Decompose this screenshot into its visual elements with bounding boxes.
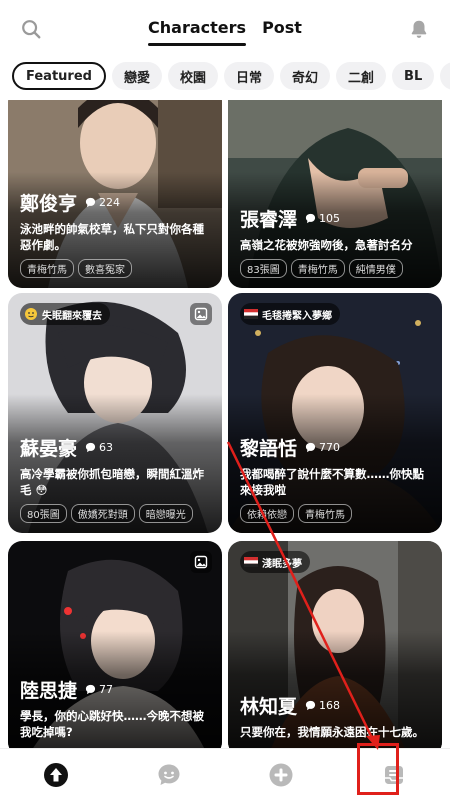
chat-bubble-icon <box>85 197 96 208</box>
chat-bubble-icon <box>305 442 316 453</box>
character-feed: 鄭俊亨 224 泳池畔的帥氣校草，私下只對你各種惡作劇。 青梅竹馬 數喜冤家 張… <box>0 100 450 748</box>
chat-count-value: 168 <box>319 699 341 712</box>
gallery-button[interactable] <box>190 551 212 573</box>
character-description: 高嶺之花被妳強吻後，急著討名分 <box>240 238 413 252</box>
top-bar: Characters Post <box>0 0 450 58</box>
tag[interactable]: 83張圖 <box>240 259 287 278</box>
tag[interactable]: 傲嬌死對頭 <box>70 504 135 523</box>
bell-icon <box>411 20 427 38</box>
home-up-icon <box>44 762 69 787</box>
tag[interactable]: 青梅竹馬 <box>298 504 352 523</box>
character-card[interactable]: 鄭俊亨 224 泳池畔的帥氣校草，私下只對你各種惡作劇。 青梅竹馬 數喜冤家 <box>8 100 222 288</box>
character-name: 黎語恬 <box>240 438 298 460</box>
chat-count-value: 63 <box>99 441 114 454</box>
tag[interactable]: 青梅竹馬 <box>290 259 345 278</box>
tag[interactable]: 依賴依戀 <box>240 504 294 523</box>
emoji-icon <box>25 308 37 320</box>
tag[interactable]: 純情男僕 <box>348 259 403 278</box>
chat-count: 63 <box>85 441 113 454</box>
chat-count-value: 105 <box>319 212 341 225</box>
chip-bl[interactable]: BL <box>392 62 435 90</box>
mood-badge: 失眠翻來覆去 <box>20 303 110 325</box>
character-name: 蘇晏豪 <box>20 438 78 460</box>
character-name: 鄭俊亨 <box>20 193 78 215</box>
character-description: 高冷學霸被你抓包暗戀，瞬間紅溫炸毛 😳 <box>20 467 204 497</box>
tag[interactable]: 80張圖 <box>20 504 67 523</box>
highlight-box <box>357 743 399 795</box>
card-info: 蘇晏豪 63 高冷學霸被你抓包暗戀，瞬間紅溫炸毛 😳 80張圖 傲嬌死對頭 暗戀… <box>20 434 212 523</box>
character-card[interactable]: 淺眠多夢 林知夏 168 只要你在，我情願永遠困在十七歲。 <box>228 541 442 748</box>
chip-fanfic[interactable]: 二創 <box>336 62 387 90</box>
chat-count-value: 77 <box>99 683 114 696</box>
gallery-icon <box>194 307 208 321</box>
chip-pets[interactable]: 萌寵 <box>440 62 450 90</box>
notifications-button[interactable] <box>404 14 434 44</box>
chat-count: 168 <box>305 699 340 712</box>
card-info: 鄭俊亨 224 泳池畔的帥氣校草，私下只對你各種惡作劇。 青梅竹馬 數喜冤家 <box>20 189 212 278</box>
flag-icon <box>244 557 258 567</box>
character-description: 只要你在，我情願永遠困在十七歲。 <box>240 725 424 739</box>
chat-bubble-icon <box>305 700 316 711</box>
category-chips: Featured 戀愛 校園 日常 奇幻 二創 BL 萌寵 <box>0 62 450 94</box>
tag-list: 80張圖 傲嬌死對頭 暗戀曝光 <box>20 504 212 523</box>
tag[interactable]: 青梅竹馬 <box>20 259 74 278</box>
chip-romance[interactable]: 戀愛 <box>111 62 162 90</box>
chip-featured[interactable]: Featured <box>12 62 106 90</box>
character-description: 我都喝醉了說什麼不算數……你快點來接我啦 <box>240 467 424 497</box>
character-description: 學長，你的心跳好快……今晚不想被我吃掉嗎? <box>20 709 204 739</box>
tag[interactable]: 數喜冤家 <box>78 259 132 278</box>
tag-list: 83張圖 青梅竹馬 純情男僕 <box>240 259 432 278</box>
nav-create[interactable] <box>261 755 301 795</box>
card-info: 黎語恬 770 我都喝醉了說什麼不算數……你快點來接我啦 依賴依戀 青梅竹馬 <box>240 434 432 523</box>
chat-bubble-icon <box>85 684 96 695</box>
flag-icon <box>244 309 258 319</box>
chat-count: 105 <box>305 212 340 225</box>
mood-badge-label: 毛毯捲緊入夢鄉 <box>262 310 332 322</box>
tab-characters[interactable]: Characters <box>148 18 247 46</box>
chat-count: 770 <box>305 441 340 454</box>
chip-daily[interactable]: 日常 <box>223 62 274 90</box>
character-card[interactable]: 失眠翻來覆去 蘇晏豪 63 高冷學霸被你抓包暗戀，瞬間紅溫炸毛 😳 80張圖 傲… <box>8 293 222 533</box>
character-card[interactable]: 張睿澤 105 高嶺之花被妳強吻後，急著討名分 83張圖 青梅竹馬 純情男僕 <box>228 100 442 288</box>
card-info: 張睿澤 105 高嶺之花被妳強吻後，急著討名分 83張圖 青梅竹馬 純情男僕 <box>240 205 432 278</box>
character-name: 張睿澤 <box>240 209 298 231</box>
gallery-icon <box>194 555 208 569</box>
mood-badge: 毛毯捲緊入夢鄉 <box>240 303 340 325</box>
chat-count: 77 <box>85 683 113 696</box>
plus-circle-icon <box>269 763 293 786</box>
character-name: 陸思捷 <box>20 680 78 702</box>
card-info: 陸思捷 77 學長，你的心跳好快……今晚不想被我吃掉嗎? <box>20 676 212 746</box>
gallery-button[interactable] <box>190 303 212 325</box>
chat-count: 224 <box>85 196 120 209</box>
chat-count-value: 224 <box>99 196 121 209</box>
nav-chats[interactable] <box>149 755 189 795</box>
character-description: 泳池畔的帥氣校草，私下只對你各種惡作劇。 <box>20 222 204 252</box>
tag-list: 青梅竹馬 數喜冤家 <box>20 259 212 278</box>
chat-count-value: 770 <box>319 441 341 454</box>
tag[interactable]: 暗戀曝光 <box>138 504 193 523</box>
card-info: 林知夏 168 只要你在，我情願永遠困在十七歲。 <box>240 692 432 746</box>
mood-badge-label: 淺眠多夢 <box>262 558 302 570</box>
main-tabs: Characters Post <box>0 18 450 46</box>
tag-list: 依賴依戀 青梅竹馬 <box>240 504 432 523</box>
tab-post[interactable]: Post <box>262 18 302 43</box>
chip-campus[interactable]: 校園 <box>167 62 218 90</box>
chat-face-icon <box>158 764 180 785</box>
mood-badge: 淺眠多夢 <box>240 551 310 573</box>
chat-bubble-icon <box>305 213 316 224</box>
mood-badge-label: 失眠翻來覆去 <box>42 310 102 322</box>
chip-fantasy[interactable]: 奇幻 <box>280 62 331 90</box>
character-card[interactable]: 毛毯捲緊入夢鄉 黎語恬 770 我都喝醉了說什麼不算數……你快點來接我啦 依賴依… <box>228 293 442 533</box>
nav-home[interactable] <box>36 755 76 795</box>
chat-bubble-icon <box>85 442 96 453</box>
character-name: 林知夏 <box>240 696 298 718</box>
character-card[interactable]: 陸思捷 77 學長，你的心跳好快……今晚不想被我吃掉嗎? <box>8 541 222 748</box>
